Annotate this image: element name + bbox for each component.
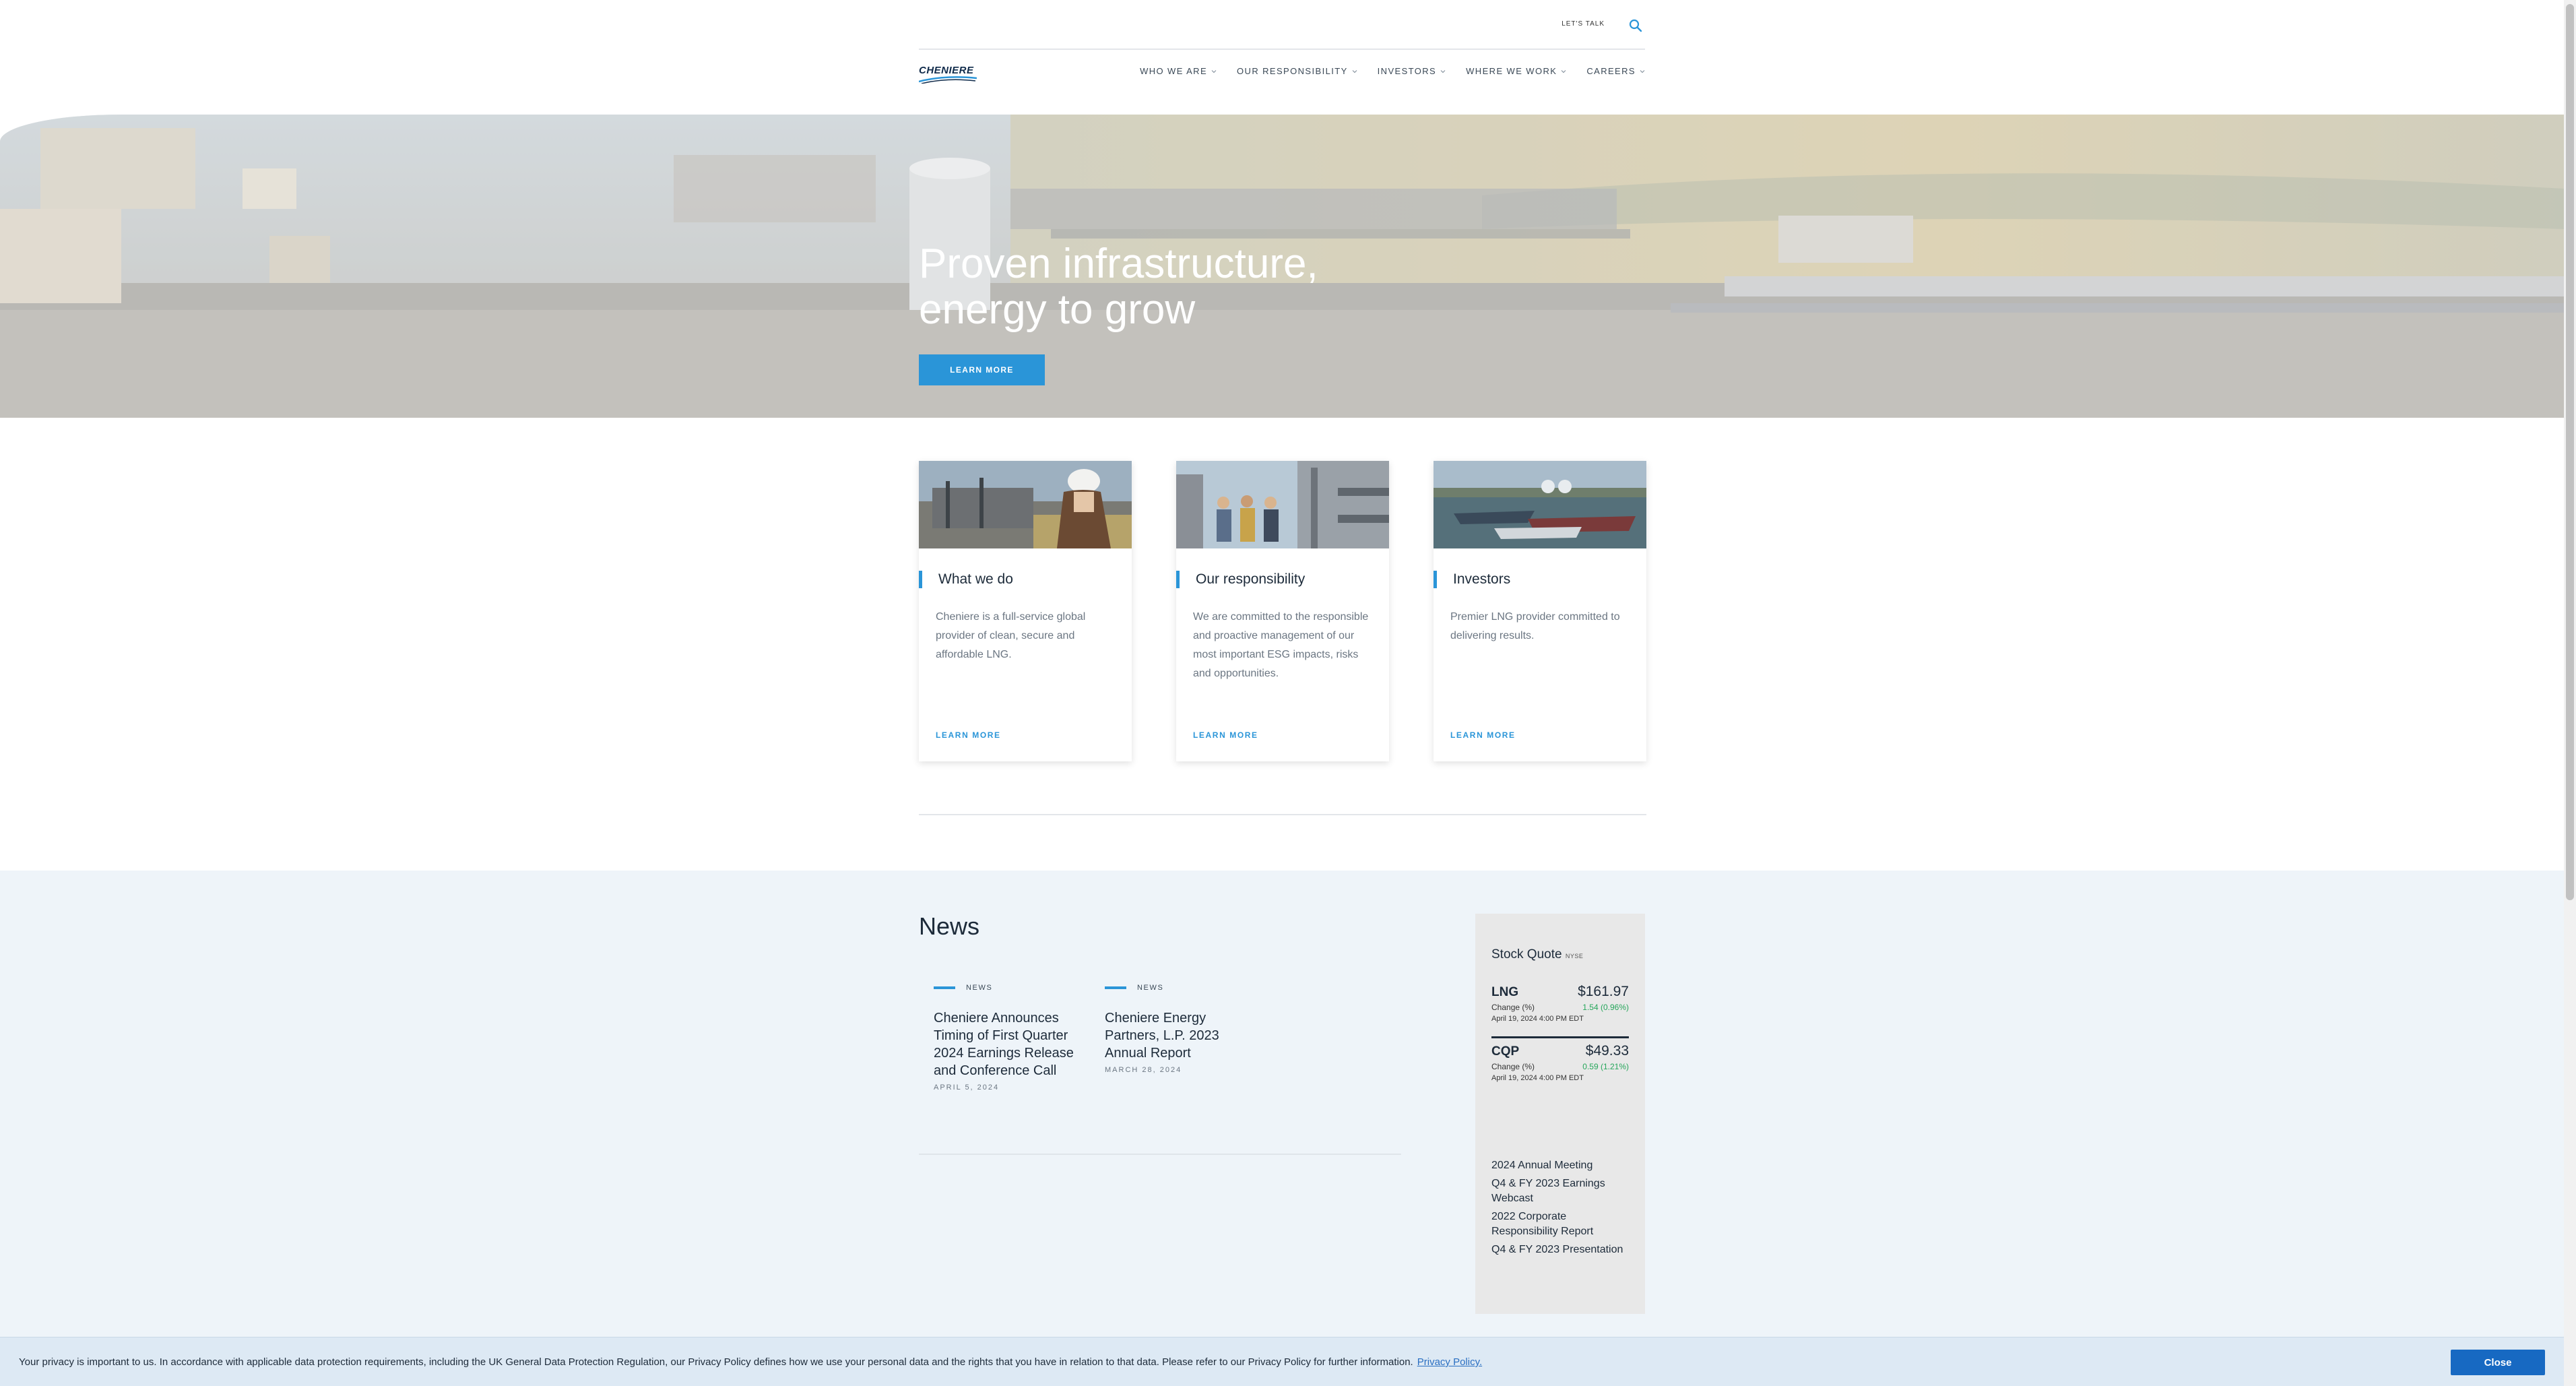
search-icon[interactable]: [1626, 16, 1645, 35]
stock-quote-title: Stock Quote NYSE: [1491, 947, 1583, 962]
quote-timestamp: April 19, 2024 4:00 PM EDT: [1491, 1074, 1584, 1082]
quote-timestamp: April 19, 2024 4:00 PM EDT: [1491, 1015, 1584, 1023]
investor-link-earnings-webcast[interactable]: Q4 & FY 2023 Earnings Webcast: [1491, 1176, 1633, 1206]
quote-cqp: CQP $49.33 Change (%) 0.59 (1.21%) April 1…: [1491, 1043, 1629, 1082]
news-divider: [919, 1154, 1401, 1155]
site-header: LET'S TALK CHENIERE WHO WE ARE OUR RESPO…: [0, 0, 2564, 115]
hero-title-line-1: Proven infrastructure,: [919, 241, 1318, 287]
card-investors[interactable]: Investors Premier LNG provider committed…: [1434, 461, 1646, 761]
investor-link-annual-meeting[interactable]: 2024 Annual Meeting: [1491, 1158, 1633, 1173]
ticker-symbol: CQP: [1491, 1044, 1520, 1059]
news-tag-label: NEWS: [1137, 984, 1164, 992]
nav-label: WHO WE ARE: [1140, 66, 1208, 76]
stock-price: $161.97: [1578, 984, 1629, 999]
news-date: MARCH 28, 2024: [1105, 1066, 1182, 1074]
card-image-what-we-do: [919, 461, 1132, 548]
investor-links: 2024 Annual Meeting Q4 & FY 2023 Earning…: [1491, 1158, 1633, 1261]
card-title: Our responsibility: [1176, 571, 1305, 588]
change-value: 1.54 (0.96%): [1582, 1003, 1629, 1012]
news-section: News NEWS Cheniere Announces Timing of F…: [0, 871, 2564, 1386]
stock-quote-heading: Stock Quote: [1491, 947, 1562, 962]
cookie-message-text: Your privacy is important to us. In acco…: [19, 1356, 1413, 1368]
hero-banner: Proven infrastructure, energy to grow LEA…: [0, 115, 2564, 418]
cookie-close-button[interactable]: Close: [2451, 1350, 2545, 1375]
stock-exchange-label: NYSE: [1565, 953, 1584, 959]
main-nav: WHO WE ARE OUR RESPONSIBILITY INVESTORS …: [1140, 66, 1645, 76]
privacy-policy-link[interactable]: Privacy Policy.: [1417, 1356, 1482, 1368]
chevron-down-icon: [1561, 69, 1566, 73]
hero-learn-more-button[interactable]: LEARN MORE: [919, 354, 1045, 385]
cookie-consent-bar: Your privacy is important to us. In acco…: [0, 1337, 2564, 1386]
cheniere-logo[interactable]: CHENIERE: [919, 65, 979, 86]
card-title: What we do: [919, 571, 1013, 588]
nav-label: CAREERS: [1586, 66, 1636, 76]
news-title-link[interactable]: Cheniere Announces Timing of First Quart…: [934, 1009, 1075, 1079]
hero-title-line-2: energy to grow: [919, 286, 1196, 333]
chevron-down-icon: [1352, 69, 1357, 73]
change-label: Change (%): [1491, 1003, 1535, 1012]
card-image-investors: [1434, 461, 1646, 548]
chevron-down-icon: [1640, 69, 1645, 73]
feature-cards: What we do Cheniere is a full-service gl…: [919, 461, 1646, 761]
news-heading: News: [919, 912, 980, 940]
scrollbar-thumb[interactable]: [2566, 4, 2574, 900]
card-image-our-responsibility: [1176, 461, 1389, 548]
cookie-message: Your privacy is important to us. In acco…: [19, 1356, 1482, 1368]
news-item[interactable]: NEWS Cheniere Announces Timing of First …: [934, 984, 1075, 1092]
tag-accent-bar: [934, 986, 955, 989]
page: LET'S TALK CHENIERE WHO WE ARE OUR RESPO…: [0, 0, 2564, 1386]
card-learn-more-link[interactable]: LEARN MORE: [1450, 730, 1516, 740]
section-divider: [919, 814, 1646, 815]
hero-title: Proven infrastructure, energy to grow: [919, 241, 1390, 333]
card-text: Premier LNG provider committed to delive…: [1450, 611, 1620, 641]
stock-quote-panel: Stock Quote NYSE LNG $161.97 Change (%) 1.…: [1475, 914, 1645, 1314]
chevron-down-icon: [1211, 69, 1217, 73]
nav-label: INVESTORS: [1377, 66, 1437, 76]
nav-careers[interactable]: CAREERS: [1586, 66, 1645, 76]
quote-lng: LNG $161.97 Change (%) 1.54 (0.96%) April …: [1491, 984, 1629, 1023]
ticker-symbol: LNG: [1491, 985, 1519, 999]
nav-label: OUR RESPONSIBILITY: [1237, 66, 1348, 76]
card-what-we-do[interactable]: What we do Cheniere is a full-service gl…: [919, 461, 1132, 761]
card-learn-more-link[interactable]: LEARN MORE: [1193, 730, 1258, 740]
chevron-down-icon: [1440, 69, 1446, 73]
utility-bar: LET'S TALK: [919, 0, 1645, 50]
page-scrollbar[interactable]: [2564, 0, 2576, 1386]
nav-our-responsibility[interactable]: OUR RESPONSIBILITY: [1237, 66, 1357, 76]
change-label: Change (%): [1491, 1062, 1535, 1071]
change-value: 0.59 (1.21%): [1582, 1062, 1629, 1071]
news-item[interactable]: NEWS Cheniere Energy Partners, L.P. 2023…: [1105, 984, 1246, 1074]
logo-wordmark: CHENIERE: [919, 65, 974, 76]
card-text: Cheniere is a full-service global provid…: [936, 611, 1086, 660]
quote-divider: [1491, 1036, 1629, 1038]
nav-investors[interactable]: INVESTORS: [1378, 66, 1446, 76]
news-title-link[interactable]: Cheniere Energy Partners, L.P. 2023 Annu…: [1105, 1009, 1246, 1062]
news-date: APRIL 5, 2024: [934, 1083, 1000, 1092]
stock-price: $49.33: [1585, 1043, 1629, 1059]
investor-link-responsibility-report[interactable]: 2022 Corporate Responsibility Report: [1491, 1209, 1633, 1239]
nav-who-we-are[interactable]: WHO WE ARE: [1140, 66, 1217, 76]
investor-link-presentation[interactable]: Q4 & FY 2023 Presentation: [1491, 1242, 1633, 1257]
lets-talk-link[interactable]: LET'S TALK: [1561, 20, 1605, 28]
nav-label: WHERE WE WORK: [1466, 66, 1557, 76]
tag-accent-bar: [1105, 986, 1126, 989]
news-tag: NEWS: [934, 984, 1075, 992]
card-learn-more-link[interactable]: LEARN MORE: [936, 730, 1001, 740]
news-tag: NEWS: [1105, 984, 1246, 992]
card-our-responsibility[interactable]: Our responsibility We are committed to t…: [1176, 461, 1389, 761]
nav-where-we-work[interactable]: WHERE WE WORK: [1466, 66, 1566, 76]
card-title: Investors: [1434, 571, 1510, 588]
news-tag-label: NEWS: [966, 984, 993, 992]
card-text: We are committed to the responsible and …: [1193, 611, 1369, 679]
